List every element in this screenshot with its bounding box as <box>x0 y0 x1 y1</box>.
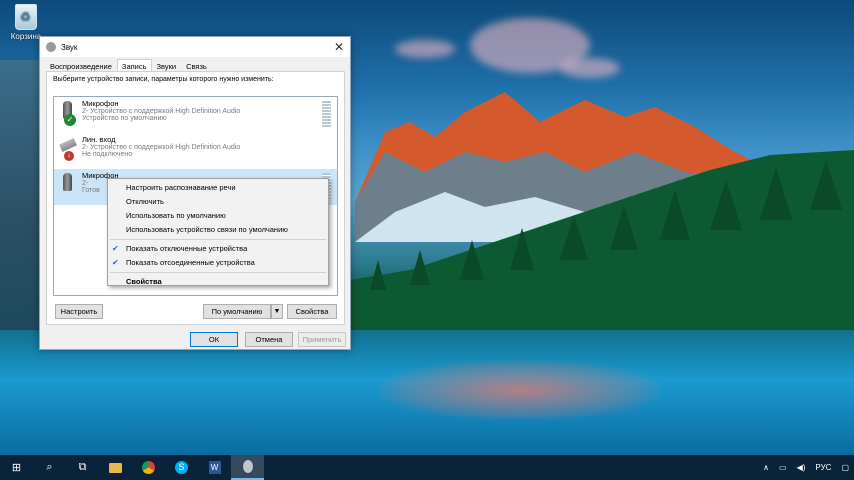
chrome-icon[interactable] <box>132 455 165 480</box>
menu-separator <box>110 239 326 240</box>
device-item-line-in[interactable]: ↓ Лин. вход 2- Устройство с поддержкой H… <box>54 133 337 169</box>
skype-icon[interactable]: S <box>165 455 198 480</box>
line-in-icon: ↓ <box>58 135 78 163</box>
menu-item-disable[interactable]: Отключить <box>108 195 328 209</box>
apply-button[interactable]: Применить <box>298 332 346 347</box>
disconnected-icon: ↓ <box>64 151 74 161</box>
checkmark-icon: ✔ <box>112 244 119 253</box>
language-indicator[interactable]: РУС <box>815 463 831 472</box>
menu-item-set-default[interactable]: Использовать по умолчанию <box>108 209 328 223</box>
menu-item-speech-recognition[interactable]: Настроить распознавание речи <box>108 181 328 195</box>
word-icon[interactable]: W <box>198 455 231 480</box>
checkmark-icon: ✔ <box>112 258 119 267</box>
device-description: 2- Устройство с поддержкой High Definiti… <box>82 144 241 151</box>
task-view-icon[interactable]: ⧉ <box>66 455 99 480</box>
set-default-button[interactable]: По умолчанию <box>203 304 271 319</box>
context-menu: Настроить распознавание речи Отключить И… <box>107 178 329 286</box>
wallpaper-forest <box>350 150 854 340</box>
search-icon[interactable]: ⌕ <box>33 455 66 480</box>
instruction-text: Выберите устройство записи, параметры ко… <box>53 76 274 83</box>
device-name: Лин. вход <box>82 135 116 144</box>
wallpaper-cloud <box>560 58 620 78</box>
network-icon[interactable]: ▭ <box>779 463 787 472</box>
chevron-down-icon[interactable]: ▼ <box>271 304 283 319</box>
recycle-bin-icon <box>15 4 37 30</box>
volume-icon[interactable]: ◀) <box>797 463 806 472</box>
menu-item-show-disconnected[interactable]: ✔ Показать отсоединенные устройства <box>108 256 328 270</box>
wallpaper-reflection <box>380 360 660 420</box>
taskbar: ⊞ ⌕ ⧉ S W ∧ ▭ ◀) РУС ▢ <box>0 455 854 480</box>
wallpaper-rock <box>0 60 40 340</box>
level-meter <box>322 101 331 127</box>
notifications-icon[interactable]: ▢ <box>841 463 849 472</box>
ok-button[interactable]: ОК <box>190 332 238 347</box>
title-bar[interactable]: Звук ✕ <box>40 37 350 57</box>
device-item-microphone[interactable]: ✓ Микрофон 2- Устройство с поддержкой Hi… <box>54 97 337 133</box>
default-check-icon: ✓ <box>64 114 76 126</box>
device-description: 2- Устройство с поддержкой High Definiti… <box>82 108 241 115</box>
chevron-up-icon[interactable]: ∧ <box>763 463 769 472</box>
menu-item-properties[interactable]: Свойства <box>108 275 328 289</box>
window-title: Звук <box>61 42 78 52</box>
microphone-icon: ✓ <box>58 99 78 127</box>
cancel-button[interactable]: Отмена <box>245 332 293 347</box>
device-status: Не подключено <box>82 151 133 158</box>
system-tray: ∧ ▭ ◀) РУС ▢ <box>758 455 854 480</box>
start-icon[interactable]: ⊞ <box>0 455 33 480</box>
configure-button[interactable]: Настроить <box>55 304 103 319</box>
menu-item-set-default-comm[interactable]: Использовать устройство связи по умолчан… <box>108 223 328 237</box>
properties-button[interactable]: Свойства <box>287 304 337 319</box>
device-name: Микрофон <box>82 99 119 108</box>
device-status: Устройство по умолчанию <box>82 115 167 122</box>
microphone-icon <box>58 171 78 199</box>
speaker-icon <box>46 42 56 52</box>
file-explorer-icon[interactable] <box>99 455 132 480</box>
wallpaper-cloud <box>395 40 455 58</box>
menu-item-show-disabled[interactable]: ✔ Показать отключенные устройства <box>108 242 328 256</box>
menu-separator <box>110 272 326 273</box>
close-icon[interactable]: ✕ <box>334 40 344 54</box>
sound-app-icon[interactable] <box>231 455 264 480</box>
